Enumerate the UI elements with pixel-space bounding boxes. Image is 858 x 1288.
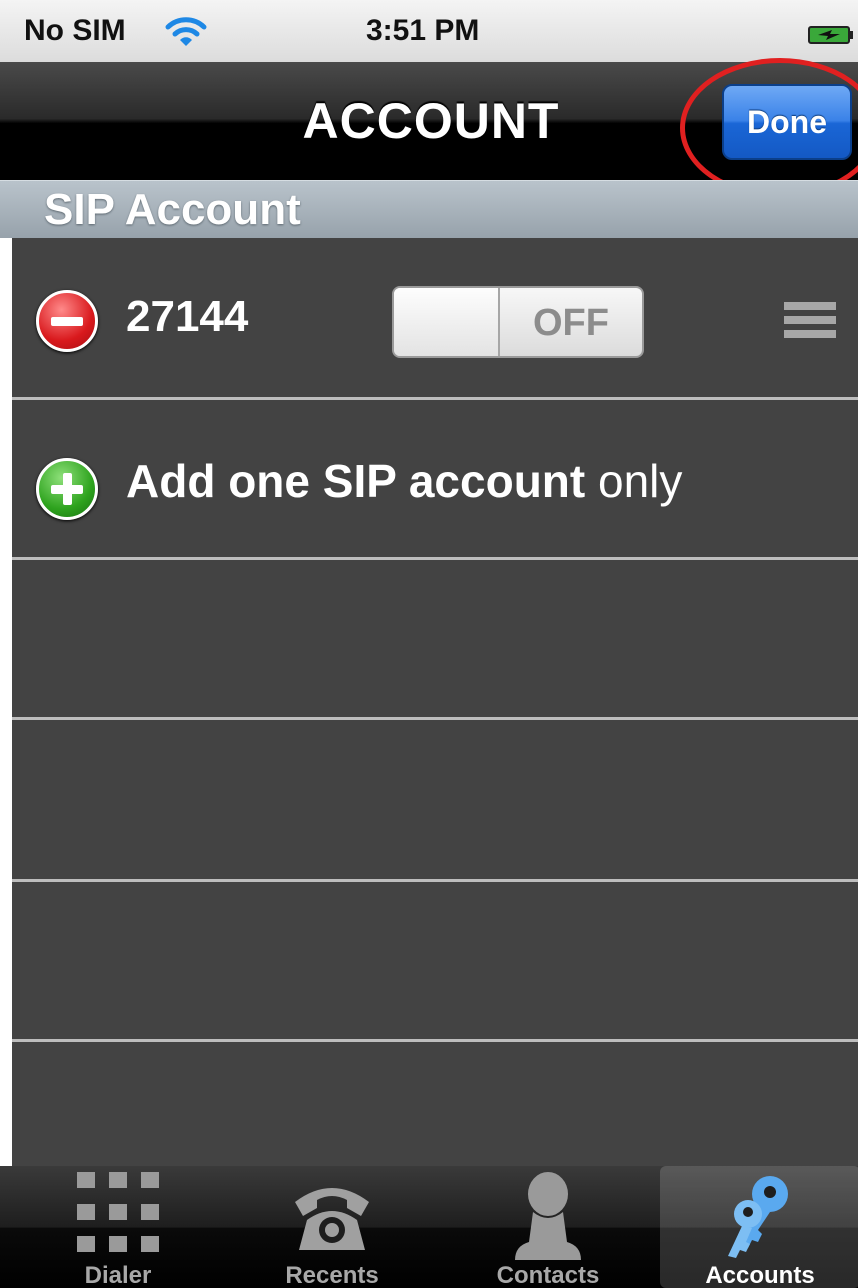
toggle-state-label: OFF <box>533 302 609 344</box>
add-account-label-bold: Add one SIP account <box>126 455 586 507</box>
account-row: 27144 OFF <box>12 238 858 400</box>
empty-row <box>12 720 858 882</box>
battery-charging-icon <box>808 26 853 44</box>
plus-circle-icon[interactable] <box>36 458 98 520</box>
person-icon <box>515 1172 581 1260</box>
keys-icon <box>728 1176 788 1258</box>
empty-row <box>12 560 858 720</box>
account-enable-toggle[interactable]: OFF <box>392 286 644 358</box>
tab-label: Accounts <box>705 1262 815 1288</box>
empty-row <box>12 882 858 1042</box>
tab-dialer[interactable]: Dialer <box>18 1166 218 1288</box>
tab-label: Recents <box>285 1262 379 1288</box>
minus-circle-icon[interactable] <box>36 290 98 352</box>
wifi-icon <box>165 17 207 46</box>
add-account-label: Add one SIP account only <box>126 454 682 508</box>
section-header-label: SIP Account <box>44 185 301 234</box>
tab-label: Contacts <box>496 1262 600 1288</box>
account-number: 27144 <box>126 292 249 341</box>
phone-icon <box>295 1188 369 1250</box>
add-account-row[interactable]: Add one SIP account only <box>12 400 858 560</box>
section-header: SIP Account <box>0 180 858 238</box>
carrier-label: No SIM <box>24 14 126 47</box>
tab-contacts[interactable]: Contacts <box>448 1166 648 1288</box>
add-account-label-regular: only <box>598 455 683 507</box>
tab-label: Dialer <box>84 1262 152 1288</box>
reorder-icon[interactable] <box>784 302 836 344</box>
status-time: 3:51 PM <box>366 14 480 47</box>
toggle-knob[interactable] <box>394 288 500 356</box>
tab-bar: Dialer Recents Contacts Accounts <box>0 1166 858 1288</box>
status-bar: No SIM 3:51 PM <box>0 0 858 62</box>
tab-recents[interactable]: Recents <box>232 1166 432 1288</box>
keypad-icon <box>77 1172 159 1252</box>
tab-accounts[interactable]: Accounts <box>660 1166 858 1288</box>
account-list: 27144 OFF Add one SIP account only <box>12 238 858 1166</box>
